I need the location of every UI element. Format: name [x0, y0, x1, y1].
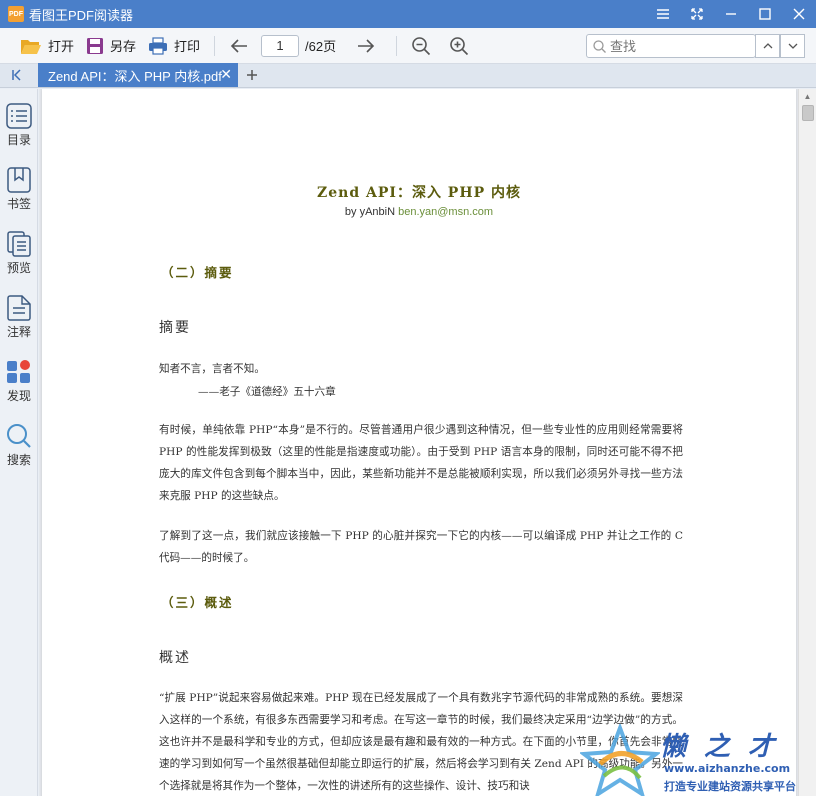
author-prefix: by yAnbiN: [344, 206, 399, 218]
site-watermark: 懒之才 www.aizhanzhe.com 打造专业建站资源共享平台: [580, 720, 816, 796]
print-label: 打印: [174, 39, 201, 54]
menu-button[interactable]: [646, 0, 680, 28]
sidebar-item-label: 发现: [6, 389, 31, 403]
document-viewer[interactable]: Zend API：深入 PHP 内核 by yAnbiN ben.yan@msn…: [39, 89, 816, 796]
paragraph: 了解到了这一点，我们就应该接触一下 PHP 的心脏并探究一下它的内核——可以编译…: [159, 530, 683, 564]
paragraph: 有时候，单纯依靠 PHP“本身”是不行的。尽管普通用户很少遇到这种情况，但一些专…: [159, 424, 683, 502]
sidebar-item-label: 注释: [6, 325, 31, 339]
subsection-heading: 概述: [159, 650, 191, 666]
sidebar-item-label: 书签: [6, 197, 31, 211]
vertical-scrollbar[interactable]: ▲: [798, 89, 816, 796]
maximize-icon: [759, 8, 771, 20]
quote-line: 知者不言，言者不知。: [159, 363, 265, 375]
sidebar-item-discover[interactable]: 发现: [0, 345, 38, 405]
save-icon: [87, 37, 104, 54]
watermark-star-logo: [580, 724, 660, 796]
tab-bar: Zend API：深入 PHP 内核.pdf ✕: [0, 63, 816, 88]
document-title: Zend API：深入 PHP 内核: [317, 185, 521, 201]
zoom-in-icon: [450, 36, 469, 55]
search-icon: [7, 424, 31, 448]
watermark-slogan: 打造专业建站资源共享平台: [664, 780, 796, 793]
sidebar-item-annotations[interactable]: 注释: [0, 281, 38, 341]
arrow-left-icon: [230, 38, 248, 53]
sidebar-item-label: 搜索: [6, 453, 31, 467]
search-next-button[interactable]: [780, 34, 805, 58]
zoom-out-button[interactable]: [405, 32, 443, 60]
print-button[interactable]: 打印: [142, 32, 206, 60]
sidebar-item-label: 预览: [6, 261, 31, 275]
close-icon: [793, 8, 805, 20]
scroll-thumb[interactable]: [802, 105, 814, 121]
save-as-label: 另存: [110, 39, 137, 54]
open-button[interactable]: 打开: [14, 32, 80, 60]
list-icon: [6, 103, 32, 129]
fullscreen-button[interactable]: [680, 0, 714, 28]
sidebar-item-label: 目录: [6, 133, 31, 147]
bookmark-icon: [7, 167, 31, 193]
quote-source: ——老子《道德经》五十六章: [198, 386, 336, 398]
save-as-button[interactable]: 另存: [80, 32, 142, 60]
toolbar-divider: [214, 35, 216, 56]
prev-page-button[interactable]: [223, 32, 261, 60]
minimize-icon: [726, 13, 736, 15]
watermark-title: 懒之才: [660, 732, 793, 762]
sidebar-toggle-button[interactable]: [0, 63, 38, 87]
fullscreen-icon: [691, 8, 703, 20]
subsection-heading: 摘要: [159, 320, 191, 336]
note-icon: [7, 295, 31, 321]
section-heading: （二）摘要: [161, 265, 234, 280]
sidebar-item-toc[interactable]: 目录: [0, 89, 38, 149]
scroll-up-icon[interactable]: ▲: [799, 89, 816, 103]
section-heading: （三）概述: [161, 595, 234, 610]
sidebar-item-bookmarks[interactable]: 书签: [0, 153, 38, 213]
sidebar-item-preview[interactable]: 预览: [0, 217, 38, 277]
sidebar: 目录 书签 预览 注释 发现 搜索: [0, 89, 38, 796]
discover-icon: [7, 360, 30, 383]
title-bar: PDF 看图王PDF阅读器: [0, 0, 816, 28]
toolbar-divider: [396, 35, 398, 56]
document-author: by yAnbiN ben.yan@msn.com: [42, 206, 796, 218]
page-total: /62页: [305, 39, 337, 54]
arrow-right-icon: [358, 38, 375, 53]
chevron-down-icon: [788, 43, 797, 49]
search-prev-button[interactable]: [755, 34, 780, 58]
maximize-button[interactable]: [748, 0, 782, 28]
folder-open-icon: [21, 39, 41, 54]
author-email: ben.yan@msn.com: [398, 206, 494, 218]
tab-document[interactable]: Zend API：深入 PHP 内核.pdf ✕: [38, 63, 238, 87]
collapse-sidebar-icon: [12, 69, 21, 81]
preview-icon: [7, 231, 31, 257]
plus-icon: [247, 70, 257, 80]
printer-icon: [149, 36, 168, 55]
new-tab-button[interactable]: [238, 63, 266, 87]
hamburger-icon: [657, 9, 669, 19]
open-label: 打开: [48, 39, 75, 54]
sidebar-item-search[interactable]: 搜索: [0, 409, 38, 469]
window-controls: [646, 0, 816, 28]
search-icon: [593, 39, 606, 53]
minimize-button[interactable]: [714, 0, 748, 28]
next-page-button[interactable]: [350, 32, 388, 60]
pdf-page: Zend API：深入 PHP 内核 by yAnbiN ben.yan@msn…: [42, 89, 796, 796]
toolbar: 打开 另存 打印 1 /62页: [0, 28, 816, 64]
search-input[interactable]: [610, 38, 750, 54]
search-box: [586, 34, 756, 58]
zoom-out-icon: [412, 36, 431, 55]
chevron-up-icon: [763, 43, 772, 49]
tab-close-icon[interactable]: ✕: [220, 66, 232, 83]
close-button[interactable]: [782, 0, 816, 28]
watermark-url: www.aizhanzhe.com: [664, 762, 791, 775]
tab-label: Zend API：深入 PHP 内核.pdf: [48, 68, 222, 84]
zoom-in-button[interactable]: [443, 32, 481, 60]
page-number-input[interactable]: 1: [261, 34, 300, 57]
app-logo-icon: PDF: [8, 6, 24, 22]
app-title: 看图王PDF阅读器: [29, 7, 134, 23]
